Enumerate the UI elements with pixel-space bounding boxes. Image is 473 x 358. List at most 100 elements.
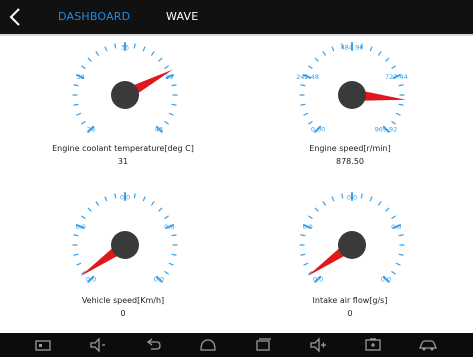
minor-tick bbox=[300, 234, 306, 237]
minor-tick bbox=[398, 84, 404, 87]
minor-tick bbox=[398, 103, 404, 106]
minor-tick bbox=[360, 193, 363, 199]
minor-tick bbox=[73, 84, 79, 87]
gauge-hub bbox=[338, 81, 366, 109]
volume-up-icon[interactable] bbox=[308, 336, 328, 354]
chevron-left-icon[interactable] bbox=[6, 6, 26, 28]
gauge-engine-speed: 0.00 242.48 484.96 727.44 969.92 Engine spee… bbox=[232, 36, 468, 184]
minor-tick bbox=[341, 193, 344, 199]
car-icon[interactable] bbox=[418, 336, 438, 354]
minor-tick bbox=[391, 215, 396, 219]
gauge-value: 0 bbox=[347, 309, 353, 318]
minor-tick bbox=[322, 201, 326, 206]
minor-tick bbox=[391, 121, 396, 125]
minor-tick bbox=[391, 271, 396, 275]
minor-tick bbox=[171, 253, 177, 256]
scale-label: 43 bbox=[155, 125, 163, 133]
minor-tick bbox=[398, 253, 404, 256]
minor-tick bbox=[142, 196, 146, 202]
minor-tick bbox=[391, 65, 396, 69]
gauge-hub bbox=[111, 231, 139, 259]
battery-icon[interactable] bbox=[363, 336, 383, 354]
tab-dashboard[interactable]: DASHBOARD bbox=[58, 10, 130, 24]
home-icon[interactable] bbox=[198, 336, 218, 354]
minor-tick bbox=[133, 43, 136, 49]
minor-tick bbox=[378, 51, 382, 56]
gauge-name: Engine coolant temperature[deg C] bbox=[52, 144, 194, 153]
minor-tick bbox=[171, 234, 177, 237]
gauge-intake-air-flow: 0.0 0.0 0.0 0.0 0.0 Intake air flow[g/s] 0 bbox=[232, 186, 468, 334]
minor-tick bbox=[369, 46, 373, 52]
minor-tick bbox=[308, 121, 313, 125]
minor-tick bbox=[378, 201, 382, 206]
gauge-name: Engine speed[r/min] bbox=[309, 144, 391, 153]
minor-tick bbox=[73, 103, 79, 106]
minor-tick bbox=[104, 46, 108, 52]
screenshot-icon[interactable] bbox=[33, 336, 53, 354]
gauge-value: 878.50 bbox=[336, 157, 364, 166]
scale-label: 969.92 bbox=[375, 125, 398, 133]
minor-tick bbox=[81, 65, 86, 69]
scale-label: 242.48 bbox=[296, 73, 319, 81]
minor-tick bbox=[133, 193, 136, 199]
gauge-value: 0 bbox=[120, 309, 126, 318]
minor-tick bbox=[314, 207, 319, 212]
minor-tick bbox=[76, 262, 82, 266]
scale-label: 0.0 bbox=[75, 223, 85, 231]
minor-tick bbox=[87, 207, 92, 212]
recent-apps-icon[interactable] bbox=[253, 336, 273, 354]
minor-tick bbox=[151, 201, 155, 206]
gauge-name: Vehicle speed[Km/h] bbox=[81, 296, 165, 305]
minor-tick bbox=[303, 112, 309, 116]
minor-tick bbox=[114, 193, 117, 199]
minor-tick bbox=[168, 262, 174, 266]
gauge-value: 31 bbox=[117, 157, 129, 166]
minor-tick bbox=[158, 57, 163, 62]
app-header: DASHBOARD WAVE bbox=[0, 0, 473, 36]
tab-wave[interactable]: WAVE bbox=[166, 10, 198, 24]
minor-tick bbox=[95, 51, 99, 56]
minor-tick bbox=[73, 253, 79, 256]
minor-tick bbox=[385, 57, 390, 62]
minor-tick bbox=[398, 234, 404, 237]
minor-tick bbox=[164, 215, 169, 219]
minor-tick bbox=[308, 65, 313, 69]
minor-tick bbox=[385, 207, 390, 212]
scale-label: 0.0 bbox=[381, 275, 391, 283]
minor-tick bbox=[322, 51, 326, 56]
minor-tick bbox=[151, 51, 155, 56]
navigation-bar bbox=[0, 333, 473, 357]
gauge-hub bbox=[338, 231, 366, 259]
minor-tick bbox=[300, 84, 306, 87]
minor-tick bbox=[142, 46, 146, 52]
scale-label: 0.0 bbox=[391, 223, 401, 231]
minor-tick bbox=[395, 112, 401, 116]
minor-tick bbox=[331, 46, 335, 52]
scale-label: 0.00 bbox=[311, 125, 325, 133]
scale-label: 0.0 bbox=[164, 223, 174, 231]
minor-tick bbox=[171, 84, 177, 87]
minor-tick bbox=[76, 112, 82, 116]
scale-label: 32 bbox=[77, 73, 85, 81]
gauge-hub bbox=[111, 81, 139, 109]
gauge-name: Intake air flow[g/s] bbox=[312, 296, 388, 305]
minor-tick bbox=[164, 65, 169, 69]
scale-label: 0.0 bbox=[154, 275, 164, 283]
minor-tick bbox=[164, 121, 169, 125]
minor-tick bbox=[81, 121, 86, 125]
volume-down-icon[interactable] bbox=[88, 336, 108, 354]
minor-tick bbox=[331, 196, 335, 202]
minor-tick bbox=[73, 234, 79, 237]
back-icon[interactable] bbox=[143, 336, 163, 354]
minor-tick bbox=[158, 207, 163, 212]
minor-tick bbox=[308, 215, 313, 219]
scale-label: 28 bbox=[87, 125, 95, 133]
scale-label: 0.0 bbox=[347, 194, 357, 202]
minor-tick bbox=[164, 271, 169, 275]
scale-label: 0.0 bbox=[86, 275, 96, 283]
minor-tick bbox=[314, 57, 319, 62]
minor-tick bbox=[114, 43, 117, 49]
minor-tick bbox=[369, 196, 373, 202]
minor-tick bbox=[168, 112, 174, 116]
scale-label: 484.96 bbox=[341, 44, 364, 52]
